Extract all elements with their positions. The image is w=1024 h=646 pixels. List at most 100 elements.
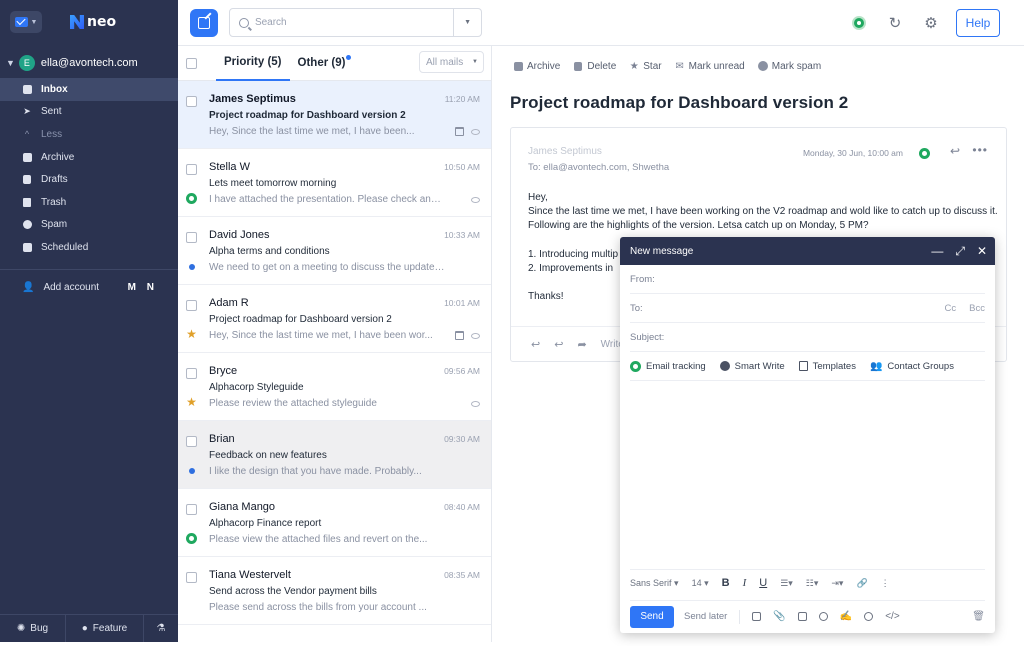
reply-icon[interactable]: ↩ <box>531 338 540 351</box>
send-later-button[interactable]: Send later <box>684 611 727 622</box>
bug-report-button[interactable]: ✺ Bug <box>0 615 66 642</box>
reply-all-icon[interactable]: ↩ <box>554 338 563 351</box>
sidebar-item-scheduled[interactable]: Scheduled <box>0 236 178 259</box>
message-row[interactable]: ★ Adam R 10:01 AM Project roadmap for Dashb… <box>178 285 491 353</box>
tab-priority[interactable]: Priority (5) <box>216 46 290 81</box>
search-options-dropdown[interactable]: ▼ <box>453 9 481 36</box>
contact-groups-button[interactable]: 👥 Contact Groups <box>870 361 954 372</box>
mark-unread-button[interactable]: ✉ Mark unread <box>675 61 744 72</box>
delete-button[interactable]: Delete <box>573 61 616 72</box>
message-checkbox[interactable] <box>186 504 197 515</box>
compose-body-editor[interactable] <box>630 383 985 567</box>
sidebar-item-label: Less <box>41 128 63 140</box>
list-icon[interactable]: ☷▾ <box>806 578 819 589</box>
subject-field[interactable]: Subject: <box>630 323 985 352</box>
archive-label: Archive <box>527 60 561 72</box>
compose-button[interactable] <box>190 9 218 37</box>
text-format-icon[interactable] <box>752 612 762 621</box>
bold-button[interactable]: B <box>722 577 730 589</box>
star-icon[interactable]: ★ <box>186 328 197 340</box>
tab-other[interactable]: Other (9) <box>298 46 352 81</box>
more-options-icon[interactable]: ••• <box>972 143 988 157</box>
email-tracking-toggle[interactable]: Email tracking <box>630 360 706 372</box>
sidebar-item-spam[interactable]: Spam <box>0 214 178 237</box>
emoji-icon[interactable] <box>818 612 828 621</box>
link-icon[interactable]: 🔗 <box>856 578 867 589</box>
font-size-select[interactable]: 14 ▾ <box>692 578 709 589</box>
sidebar-item-trash[interactable]: Trash <box>0 191 178 214</box>
reply-icon[interactable]: ↩ <box>950 144 960 158</box>
message-row[interactable]: ★ Bryce 09:56 AM Alphacorp Styleguide Please… <box>178 353 491 421</box>
message-checkbox[interactable] <box>186 572 197 583</box>
message-checkbox[interactable] <box>186 96 197 107</box>
labs-button[interactable]: ⚗ <box>144 615 178 642</box>
refresh-icon: ↻ <box>888 15 902 32</box>
bcc-button[interactable]: Bcc <box>969 303 985 314</box>
message-checkbox[interactable] <box>186 164 197 175</box>
send-button[interactable]: Send <box>630 605 674 628</box>
archive-button[interactable]: Archive <box>513 61 560 72</box>
help-button[interactable]: Help <box>956 9 1000 37</box>
settings-button[interactable]: ⚙ <box>920 12 942 34</box>
message-row[interactable]: Stella W 10:50 AM Lets meet tomorrow morni… <box>178 149 491 217</box>
image-icon[interactable] <box>797 612 807 621</box>
message-row[interactable]: Tiana Westervelt 08:35 AM Send across the … <box>178 557 491 625</box>
message-row[interactable]: James Septimus 11:20 AM Project roadmap fo… <box>178 81 491 149</box>
smart-write-label: Smart Write <box>734 360 785 372</box>
message-marker <box>186 465 197 476</box>
to-field[interactable]: To: Cc Bcc <box>630 294 985 323</box>
font-family-select[interactable]: Sans Serif ▾ <box>630 578 679 589</box>
eye-icon[interactable] <box>919 148 930 159</box>
minimize-icon[interactable]: — <box>931 244 943 259</box>
italic-button[interactable]: I <box>743 577 747 589</box>
message-row[interactable]: David Jones 10:33 AM Alpha terms and condi… <box>178 217 491 285</box>
message-checkbox[interactable] <box>186 368 197 379</box>
account-switcher[interactable]: ▼ E ella@avontech.com <box>0 48 178 78</box>
signature-icon[interactable]: ✍ <box>840 611 852 622</box>
refresh-button[interactable]: ↻ <box>884 12 906 34</box>
from-field[interactable]: From: <box>630 265 985 294</box>
discard-draft-icon[interactable]: 🗑 <box>972 611 985 622</box>
more-format-icon[interactable]: ⋮ <box>881 578 890 589</box>
expand-icon[interactable]: ⤢ <box>955 244 965 259</box>
cc-button[interactable]: Cc <box>945 303 957 314</box>
sidebar-item-less[interactable]: ^ Less <box>0 123 178 146</box>
message-row[interactable]: Brian 09:30 AM Feedback on new features I l… <box>178 421 491 489</box>
add-account-button[interactable]: 👤 Add account M N <box>0 278 178 298</box>
templates-button[interactable]: Templates <box>798 361 856 372</box>
feature-request-button[interactable]: ● Feature <box>66 615 144 642</box>
sidebar-item-sent[interactable]: ➤ Sent <box>0 101 178 124</box>
indent-icon[interactable]: ⇥▾ <box>831 578 843 589</box>
sidebar-item-drafts[interactable]: Drafts <box>0 168 178 191</box>
spam-icon <box>757 61 768 71</box>
search-input[interactable] <box>254 17 454 28</box>
star-button[interactable]: ★ Star <box>629 61 662 72</box>
message-list: Priority (5) Other (9) All mails ▼ James… <box>178 46 492 642</box>
app-switcher-button[interactable]: ▼ <box>10 11 42 33</box>
message-toolbar: Archive Delete ★ Star ✉ Mark unread Mark s… <box>493 46 1024 86</box>
sidebar-item-label: Scheduled <box>41 241 89 253</box>
message-status-icons <box>455 127 480 136</box>
message-checkbox[interactable] <box>186 436 197 447</box>
add-account-label: Add account <box>43 282 100 294</box>
mail-filter-select[interactable]: All mails ▼ <box>419 51 484 73</box>
sidebar-item-archive[interactable]: Archive <box>0 146 178 169</box>
message-checkbox[interactable] <box>186 232 197 243</box>
forward-icon[interactable]: ➦ <box>577 338 586 351</box>
attachment-icon[interactable]: 📎 <box>773 611 785 622</box>
select-all-checkbox[interactable] <box>186 57 197 69</box>
code-icon[interactable]: </> <box>885 611 899 622</box>
underline-button[interactable]: U <box>759 577 767 589</box>
smart-write-button[interactable]: Smart Write <box>719 360 785 372</box>
mark-spam-button[interactable]: Mark spam <box>757 61 821 72</box>
message-checkbox[interactable] <box>186 300 197 311</box>
align-icon[interactable]: ☰▾ <box>780 578 793 589</box>
sidebar-item-inbox[interactable]: Inbox <box>0 78 178 101</box>
close-icon[interactable]: ✕ <box>977 244 987 259</box>
message-row[interactable]: Giana Mango 08:40 AM Alphacorp Finance rep… <box>178 489 491 557</box>
account-email: ella@avontech.com <box>40 57 138 69</box>
star-icon[interactable]: ★ <box>186 396 197 408</box>
eye-icon <box>471 401 480 407</box>
tracking-toggle-button[interactable] <box>848 12 870 34</box>
schedule-icon[interactable] <box>864 612 874 621</box>
